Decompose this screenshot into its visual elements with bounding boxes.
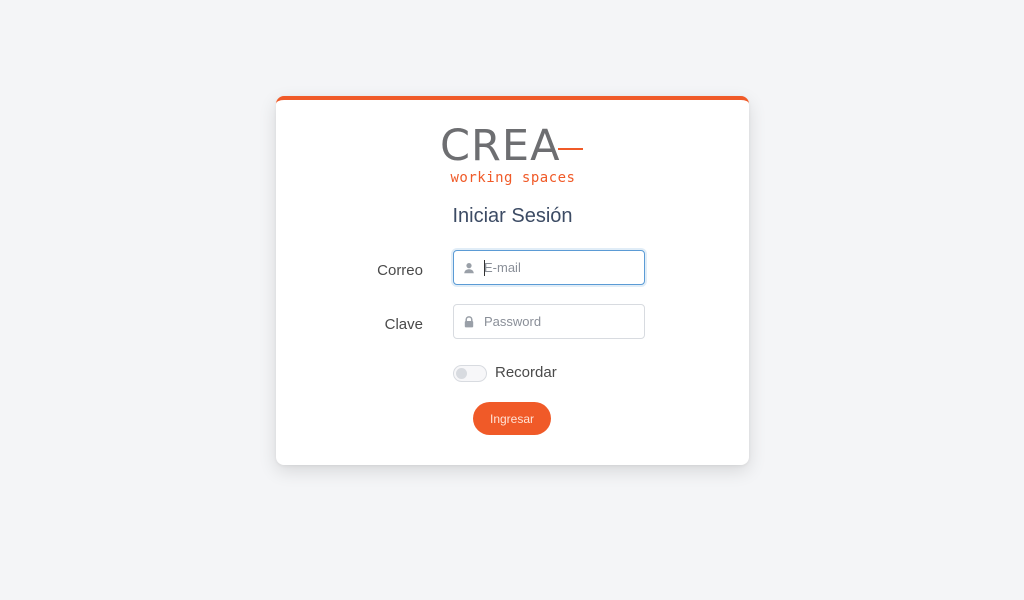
- user-icon: [464, 263, 474, 274]
- lock-icon: [464, 316, 474, 328]
- login-button[interactable]: Ingresar: [473, 402, 551, 435]
- toggle-knob: [456, 368, 467, 379]
- remember-toggle[interactable]: [453, 365, 487, 382]
- logo-wordmark: CREA: [440, 121, 561, 171]
- login-card: CREA working spaces Iniciar Sesión Corre…: [276, 96, 749, 465]
- crea-logo: CREA working spaces: [440, 121, 586, 188]
- logo-accent-bar: [558, 148, 583, 150]
- email-field[interactable]: [453, 250, 645, 285]
- email-input[interactable]: [484, 251, 639, 284]
- logo-tagline: working spaces: [450, 170, 576, 186]
- email-label: Correo: [377, 262, 423, 279]
- text-caret: [484, 260, 485, 276]
- password-label: Clave: [384, 316, 423, 333]
- password-field[interactable]: [453, 304, 645, 339]
- remember-label: Recordar: [495, 364, 557, 381]
- page-title: Iniciar Sesión: [452, 205, 573, 227]
- password-input[interactable]: [484, 305, 639, 338]
